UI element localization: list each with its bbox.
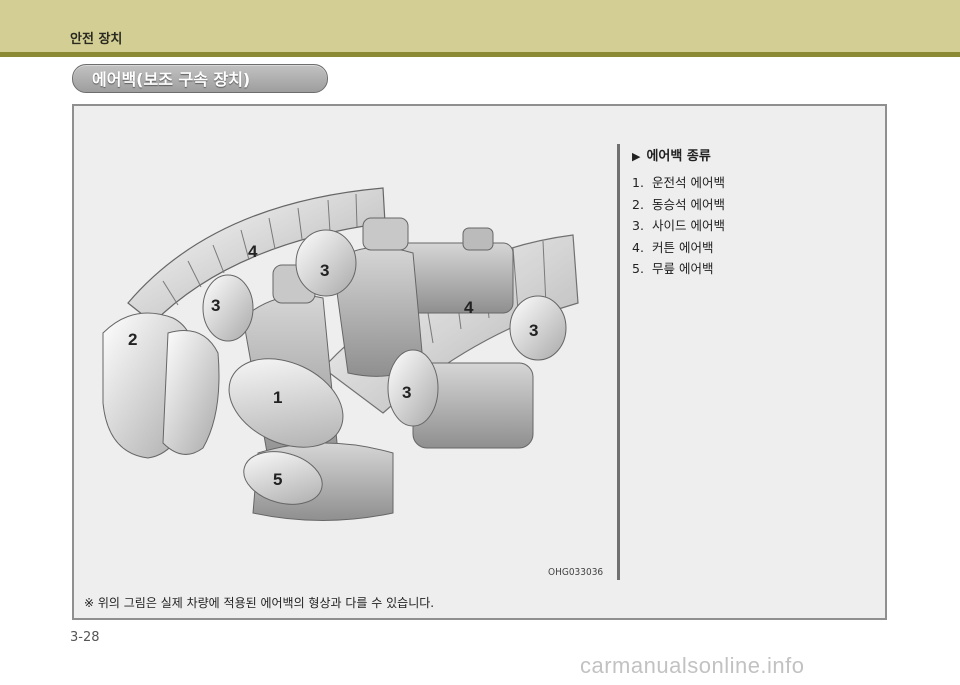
airbag-types-list: 1. 운전석 에어백 2. 동승석 에어백 3. 사이드 에어백 4. 커튼 에… bbox=[632, 172, 725, 280]
section-title: 에어백(보조 구속 장치) bbox=[92, 70, 251, 89]
figure-code: OHG033036 bbox=[548, 567, 604, 578]
vertical-divider bbox=[617, 144, 620, 580]
callout-number: 5 bbox=[273, 470, 282, 489]
list-item-number: 1. bbox=[632, 175, 644, 190]
callout-number: 1 bbox=[273, 388, 282, 407]
watermark: carmanualsonline.info bbox=[580, 653, 805, 678]
callout-number: 4 bbox=[248, 242, 258, 261]
callout-number: 3 bbox=[211, 296, 220, 315]
list-item-label: 운전석 에어백 bbox=[651, 175, 725, 190]
list-item-label: 동승석 에어백 bbox=[651, 196, 725, 212]
list-item: 1. 운전석 에어백 bbox=[632, 172, 725, 194]
callout-number: 2 bbox=[128, 330, 137, 349]
header-rule bbox=[0, 52, 960, 57]
list-item-number: 2. bbox=[632, 196, 644, 212]
airbag-types-heading: ▶ 에어백 종류 bbox=[632, 145, 711, 164]
list-item-label: 커튼 에어백 bbox=[651, 239, 714, 255]
header-band bbox=[0, 0, 960, 52]
callout-number: 3 bbox=[529, 321, 538, 340]
callout-number: 3 bbox=[320, 261, 329, 280]
side-airbag bbox=[387, 349, 439, 427]
callout-number: 4 bbox=[464, 298, 474, 317]
callout-number: 3 bbox=[402, 383, 411, 402]
figure-note: ※ 위의 그림은 실제 차량에 적용된 에어백의 형상과 다를 수 있습니다. bbox=[84, 596, 435, 610]
page-number: 3-28 bbox=[70, 630, 100, 645]
list-item-number: 5. bbox=[632, 261, 644, 276]
airbag-types-heading-label: 에어백 종류 bbox=[646, 149, 711, 164]
list-item: 5. 무릎 에어백 bbox=[632, 258, 725, 280]
list-item: 4. 커튼 에어백 bbox=[632, 237, 725, 259]
list-item-number: 4. bbox=[632, 239, 644, 255]
triangle-bullet-icon: ▶ bbox=[632, 150, 641, 163]
list-item: 3. 사이드 에어백 bbox=[632, 215, 725, 237]
airbag-illustration: 1 2 3 3 3 3 4 4 5 bbox=[102, 187, 579, 521]
list-item: 2. 동승석 에어백 bbox=[632, 194, 725, 216]
chapter-title: 안전 장치 bbox=[70, 32, 123, 47]
list-item-label: 사이드 에어백 bbox=[651, 218, 725, 233]
list-item-label: 무릎 에어백 bbox=[651, 261, 714, 276]
passenger-airbag bbox=[102, 312, 220, 459]
list-item-number: 3. bbox=[632, 218, 644, 233]
